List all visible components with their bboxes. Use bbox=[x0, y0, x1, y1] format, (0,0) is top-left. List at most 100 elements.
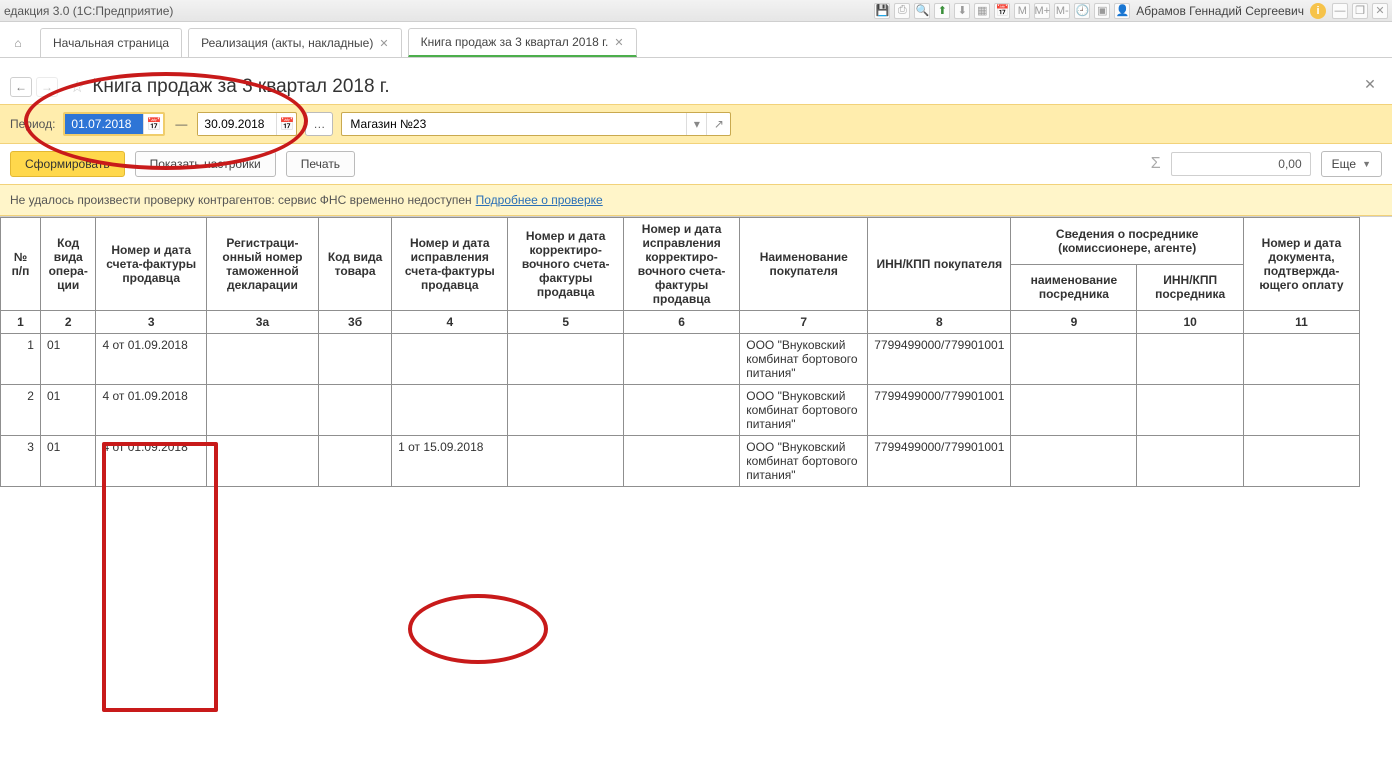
cell-c11 bbox=[1243, 334, 1359, 385]
date-to-input[interactable] bbox=[198, 113, 276, 135]
tab-close-icon[interactable]: ✕ bbox=[614, 36, 623, 49]
cell-c5 bbox=[508, 334, 624, 385]
app-title: едакция 3.0 (1С:Предприятие) bbox=[4, 4, 173, 18]
show-settings-button[interactable]: Показать настройки bbox=[135, 151, 276, 177]
dropdown-icon[interactable]: ▾ bbox=[686, 113, 706, 135]
restore-icon[interactable]: ❐ bbox=[1352, 3, 1368, 19]
print-button[interactable]: Печать bbox=[286, 151, 355, 177]
cell-op: 01 bbox=[40, 436, 96, 487]
cell-n: 3 bbox=[1, 436, 41, 487]
nav-forward-button: → bbox=[36, 77, 58, 97]
cell-c9 bbox=[1011, 334, 1137, 385]
cell-c9 bbox=[1011, 385, 1137, 436]
date-from-input[interactable] bbox=[65, 114, 143, 134]
zoom-up-icon[interactable]: М+ bbox=[1034, 3, 1050, 19]
table-row[interactable]: 3014 от 01.09.20181 от 15.09.2018ООО "Вн… bbox=[1, 436, 1360, 487]
col-h-10: ИНН/КПП посредника bbox=[1137, 264, 1244, 311]
sum-value: 0,00 bbox=[1171, 152, 1311, 176]
print-icon[interactable]: ⎙ bbox=[894, 3, 910, 19]
cell-c10 bbox=[1137, 334, 1244, 385]
col-h-1: № п/п bbox=[1, 218, 41, 311]
open-org-icon[interactable]: ↗ bbox=[706, 113, 730, 135]
upload-icon[interactable]: ⬆ bbox=[934, 3, 950, 19]
window-controls: — ❐ ✕ bbox=[1332, 3, 1388, 19]
tab-realization[interactable]: Реализация (акты, накладные) ✕ bbox=[188, 28, 401, 57]
help-icon[interactable]: i bbox=[1310, 3, 1326, 19]
cell-buyer: ООО "Внуковский комбинат бортового питан… bbox=[740, 334, 868, 385]
cell-c3b bbox=[319, 436, 392, 487]
col-h-8: ИНН/КПП покупателя bbox=[868, 218, 1011, 311]
cell-inn: 7799499000/779901001 bbox=[868, 334, 1011, 385]
cell-c5 bbox=[508, 436, 624, 487]
tab-sales-book[interactable]: Книга продаж за 3 квартал 2018 г. ✕ bbox=[408, 28, 637, 57]
cell-inn: 7799499000/779901001 bbox=[868, 436, 1011, 487]
close-icon[interactable]: ✕ bbox=[1372, 3, 1388, 19]
cell-inn: 7799499000/779901001 bbox=[868, 385, 1011, 436]
tabs-row: ⌂ Начальная страница Реализация (акты, н… bbox=[0, 28, 1392, 58]
titlebar: едакция 3.0 (1С:Предприятие) 💾 ⎙ 🔍 ⬆ ⬇ ▦… bbox=[0, 0, 1392, 22]
more-button[interactable]: Еще▼ bbox=[1321, 151, 1382, 177]
cell-c3b bbox=[319, 385, 392, 436]
date-from-field[interactable]: 📅 bbox=[63, 112, 165, 136]
cell-c3a bbox=[206, 436, 318, 487]
cell-buyer: ООО "Внуковский комбинат бортового питан… bbox=[740, 436, 868, 487]
grid-icon[interactable]: ▦ bbox=[974, 3, 990, 19]
titlebar-toolbar: 💾 ⎙ 🔍 ⬆ ⬇ ▦ 📅 М М+ М- 🕘 ▣ 👤 bbox=[874, 3, 1130, 19]
table-row[interactable]: 1014 от 01.09.2018ООО "Внуковский комбин… bbox=[1, 334, 1360, 385]
nav-back-button[interactable]: ← bbox=[10, 77, 32, 97]
organization-select[interactable]: ▾ ↗ bbox=[341, 112, 731, 136]
action-bar: Сформировать Показать настройки Печать Σ… bbox=[0, 144, 1392, 184]
period-label: Период: bbox=[10, 117, 55, 131]
cell-c3a bbox=[206, 385, 318, 436]
date-to-field[interactable]: 📅 bbox=[197, 112, 297, 136]
col-h-7: Наименование покупателя bbox=[740, 218, 868, 311]
period-bar: Период: 📅 — 📅 … ▾ ↗ bbox=[0, 104, 1392, 144]
zoom-dn-icon[interactable]: М- bbox=[1054, 3, 1070, 19]
cell-sf: 4 от 01.09.2018 bbox=[96, 385, 206, 436]
tab-home-label: Начальная страница bbox=[53, 36, 169, 50]
tab-close-icon[interactable]: ✕ bbox=[379, 37, 388, 50]
preview-icon[interactable]: 🔍 bbox=[914, 3, 930, 19]
calendar-icon[interactable]: 📅 bbox=[276, 113, 296, 135]
col-h-5: Номер и дата корректиро-вочного счета-фа… bbox=[508, 218, 624, 311]
cell-c6 bbox=[623, 385, 739, 436]
col-h-11: Номер и дата документа, подтвержда-ющего… bbox=[1243, 218, 1359, 311]
col-h-4: Номер и дата исправления счета-фактуры п… bbox=[392, 218, 508, 311]
warning-text: Не удалось произвести проверку контраген… bbox=[10, 193, 472, 207]
table-scroll[interactable]: № п/п Код вида опера-ции Номер и дата сч… bbox=[0, 216, 1392, 726]
sum-icon: Σ bbox=[1151, 155, 1161, 173]
favorite-icon[interactable]: ☆ bbox=[70, 77, 84, 97]
page-close-icon[interactable]: ✕ bbox=[1362, 76, 1378, 92]
window-icon[interactable]: ▣ bbox=[1094, 3, 1110, 19]
cell-sf: 4 от 01.09.2018 bbox=[96, 334, 206, 385]
form-button[interactable]: Сформировать bbox=[10, 151, 125, 177]
cell-op: 01 bbox=[40, 334, 96, 385]
col-h-3: Номер и дата счета-фактуры продавца bbox=[96, 218, 206, 311]
sales-book-table: № п/п Код вида опера-ции Номер и дата сч… bbox=[0, 217, 1360, 487]
period-choose-button[interactable]: … bbox=[305, 112, 333, 136]
page-header: ← → ☆ Книга продаж за 3 квартал 2018 г. … bbox=[0, 76, 1392, 104]
table-row[interactable]: 2014 от 01.09.2018ООО "Внуковский комбин… bbox=[1, 385, 1360, 436]
cell-c11 bbox=[1243, 385, 1359, 436]
minimize-icon[interactable]: — bbox=[1332, 3, 1348, 19]
home-icon[interactable]: ⌂ bbox=[6, 28, 30, 57]
save-icon[interactable]: 💾 bbox=[874, 3, 890, 19]
calendar-icon[interactable]: 📅 bbox=[143, 114, 163, 134]
cell-sf: 4 от 01.09.2018 bbox=[96, 436, 206, 487]
zoom-out-icon[interactable]: М bbox=[1014, 3, 1030, 19]
user-icon: 👤 bbox=[1114, 3, 1130, 19]
cell-c10 bbox=[1137, 436, 1244, 487]
tab-realization-label: Реализация (акты, накладные) bbox=[201, 36, 373, 50]
calendar-icon[interactable]: 📅 bbox=[994, 3, 1010, 19]
cell-c3a bbox=[206, 334, 318, 385]
cell-c9 bbox=[1011, 436, 1137, 487]
time-icon[interactable]: 🕘 bbox=[1074, 3, 1090, 19]
organization-input[interactable] bbox=[342, 117, 686, 131]
warning-link[interactable]: Подробнее о проверке bbox=[476, 193, 603, 207]
cell-c4 bbox=[392, 385, 508, 436]
col-h-6: Номер и дата исправления корректиро-вочн… bbox=[623, 218, 739, 311]
tab-home[interactable]: Начальная страница bbox=[40, 28, 182, 57]
download-icon[interactable]: ⬇ bbox=[954, 3, 970, 19]
cell-op: 01 bbox=[40, 385, 96, 436]
col-h-3a: Регистраци-онный номер таможенной деклар… bbox=[206, 218, 318, 311]
